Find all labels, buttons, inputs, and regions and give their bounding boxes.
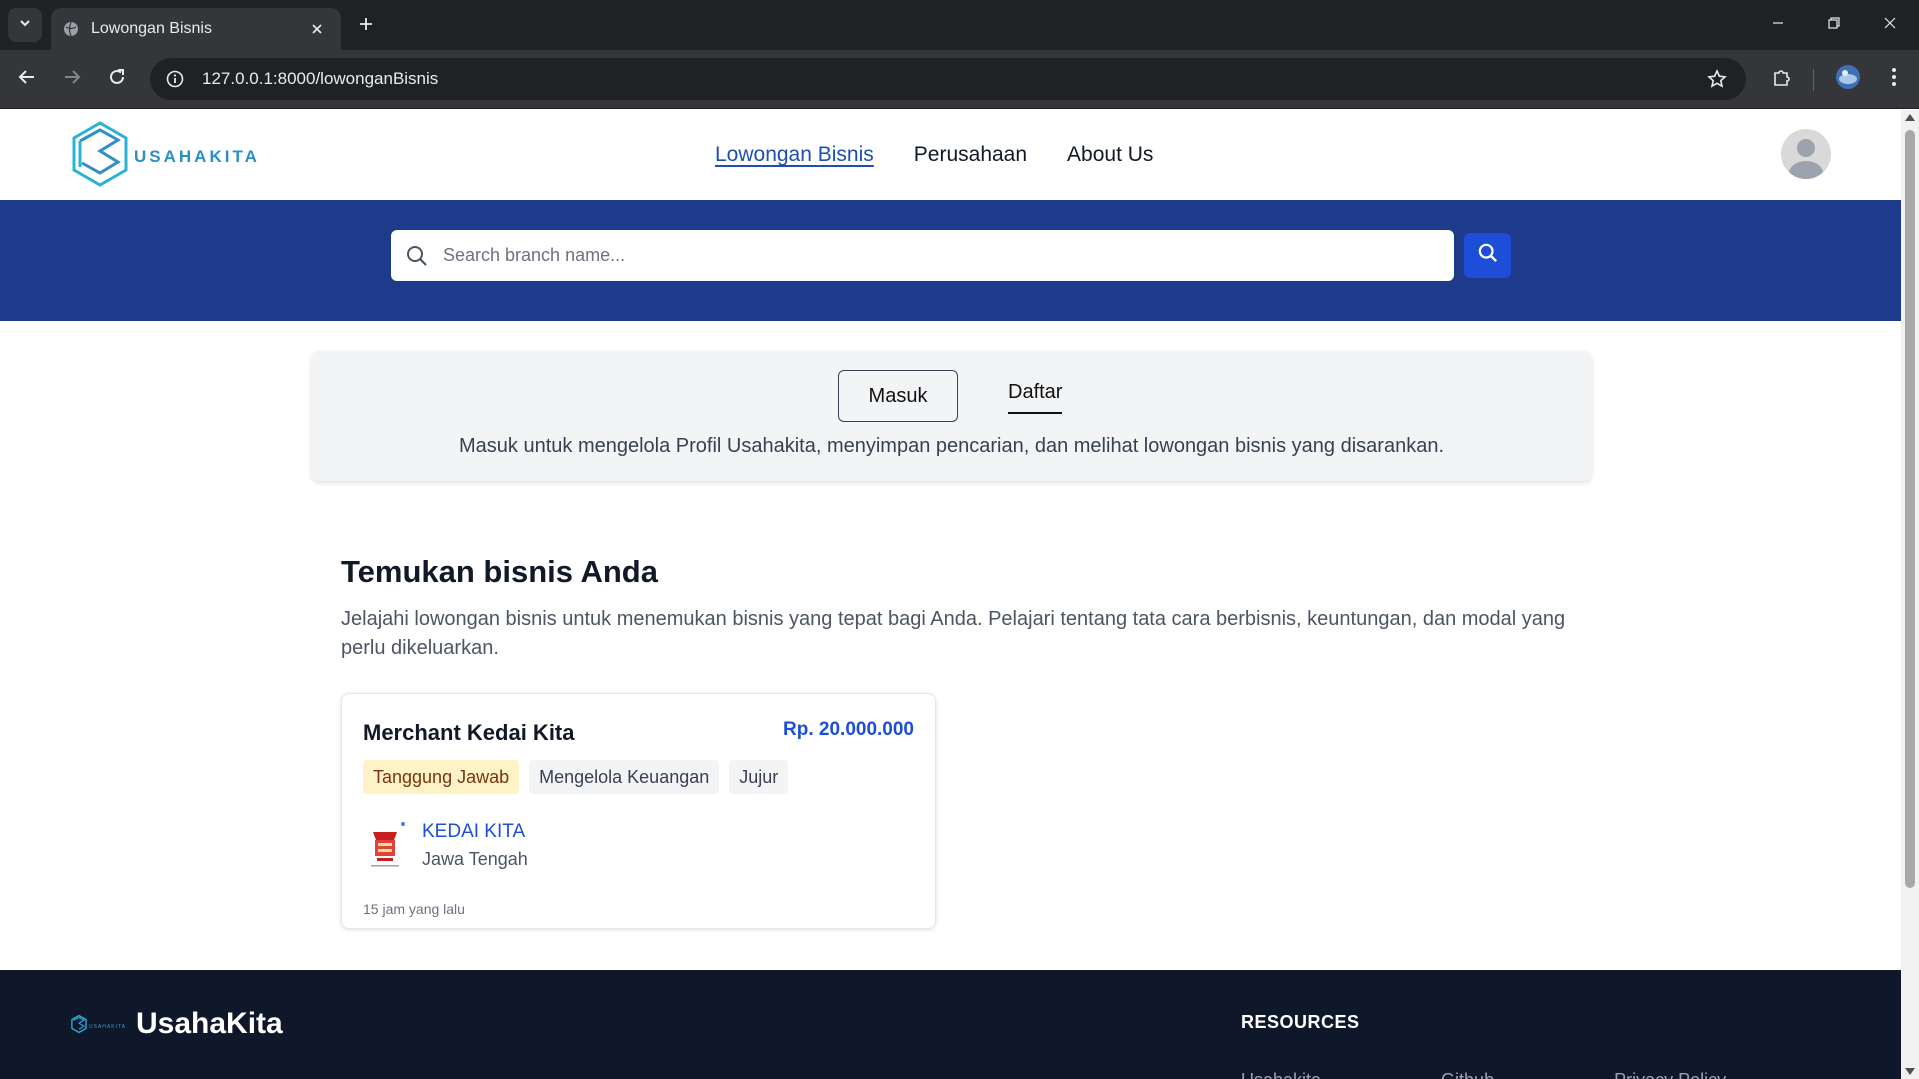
browser-tab-active[interactable]: Lowongan Bisnis — [51, 8, 341, 50]
restore-icon — [1827, 16, 1841, 35]
info-icon[interactable] — [154, 58, 196, 100]
site-logo[interactable]: USAHAKITA — [72, 121, 260, 192]
site-footer: USAHAKITA UsahaKita RESOURCES Usahakita … — [0, 970, 1901, 1079]
footer-link[interactable]: Privacy Policy — [1614, 1070, 1726, 1079]
listing-tag: Mengelola Keuangan — [529, 760, 720, 794]
user-avatar-button[interactable] — [1781, 129, 1831, 179]
company-logo-icon — [363, 820, 407, 872]
tab-title: Lowongan Bisnis — [91, 20, 212, 37]
posted-time: 15 jam yang lalu — [363, 901, 465, 917]
close-icon[interactable] — [305, 17, 329, 41]
reload-button[interactable] — [100, 62, 134, 96]
footer-resources-heading: RESOURCES — [1241, 1012, 1360, 1032]
scroll-down-arrow[interactable] — [1905, 1068, 1915, 1075]
page-title: Temukan bisnis Anda — [341, 554, 658, 589]
chevron-down-icon — [18, 16, 32, 35]
company-name[interactable]: KEDAI KITA — [422, 821, 525, 843]
restore-button[interactable] — [1806, 0, 1862, 50]
footer-brand: UsahaKita — [136, 1007, 283, 1040]
footer-logo: USAHAKITA — [71, 1014, 126, 1038]
footer-links: Usahakita Github Privacy Policy — [1241, 1070, 1726, 1079]
toolbar-divider — [1813, 69, 1814, 91]
browser-tab-strip: Lowongan Bisnis — [0, 0, 1919, 50]
scroll-up-arrow[interactable] — [1905, 114, 1915, 121]
listing-tag: Tanggung Jawab — [363, 760, 520, 794]
back-button[interactable] — [10, 62, 44, 96]
star-icon[interactable] — [1696, 58, 1738, 100]
listing-tags: Tanggung Jawab Mengelola Keuangan Jujur — [363, 760, 789, 794]
new-tab-button[interactable] — [352, 12, 380, 40]
auth-description: Masuk untuk mengelola Profil Usahakita, … — [459, 435, 1444, 457]
url-text[interactable]: 127.0.0.1:8000/lowonganBisnis — [202, 69, 1696, 89]
scrollbar-thumb[interactable] — [1905, 130, 1915, 888]
extensions-button[interactable] — [1765, 62, 1799, 96]
listing-price: Rp. 20.000.000 — [783, 719, 914, 740]
listing-title[interactable]: Merchant Kedai Kita — [363, 720, 575, 746]
minimize-icon — [1771, 16, 1785, 35]
forward-icon — [63, 68, 81, 91]
close-icon — [1883, 16, 1897, 35]
close-window-button[interactable] — [1862, 0, 1918, 50]
footer-logo-text: USAHAKITA — [89, 1023, 126, 1030]
search-button[interactable] — [1464, 233, 1511, 278]
footer-link[interactable]: Usahakita — [1241, 1070, 1321, 1079]
page-description: Jelajahi lowongan bisnis untuk menemukan… — [341, 608, 1566, 659]
footer-link[interactable]: Github — [1441, 1070, 1494, 1079]
search-box — [391, 230, 1454, 281]
company-location: Jawa Tengah — [422, 849, 528, 869]
usahakita-logo-icon — [71, 1014, 87, 1038]
kebab-menu-icon — [1891, 67, 1897, 92]
site-header: USAHAKITA Lowongan Bisnis Perusahaan Abo… — [0, 110, 1901, 200]
address-bar[interactable]: 127.0.0.1:8000/lowonganBisnis — [150, 58, 1746, 100]
plus-icon — [358, 16, 374, 37]
nav-lowongan-bisnis[interactable]: Lowongan Bisnis — [715, 143, 874, 167]
minimize-button[interactable] — [1750, 0, 1806, 50]
tab-search-button[interactable] — [8, 8, 42, 42]
reload-icon — [108, 68, 126, 91]
globe-icon — [63, 21, 79, 37]
nav-about-us[interactable]: About Us — [1067, 143, 1153, 167]
user-avatar-icon — [1781, 139, 1831, 179]
search-section — [0, 200, 1901, 321]
forward-button[interactable] — [55, 62, 89, 96]
nav-perusahaan[interactable]: Perusahaan — [914, 143, 1027, 167]
listing-tag: Jujur — [729, 760, 789, 794]
auth-card: Masuk Daftar Masuk untuk mengelola Profi… — [311, 351, 1592, 481]
page-viewport: USAHAKITA Lowongan Bisnis Perusahaan Abo… — [0, 110, 1901, 1079]
extensions-icon — [1772, 67, 1792, 92]
search-icon — [1478, 243, 1498, 268]
profile-button[interactable] — [1831, 62, 1865, 96]
register-link[interactable]: Daftar — [1008, 381, 1063, 414]
browser-toolbar: 127.0.0.1:8000/lowonganBisnis — [0, 50, 1919, 109]
search-input[interactable] — [443, 245, 1454, 266]
usahakita-logo-icon — [72, 121, 128, 192]
login-button[interactable]: Masuk — [838, 370, 958, 422]
back-icon — [18, 68, 36, 91]
listing-card[interactable]: Merchant Kedai Kita Rp. 20.000.000 Tangg… — [341, 693, 936, 929]
browser-menu-button[interactable] — [1877, 62, 1911, 96]
logo-text: USAHAKITA — [134, 146, 260, 166]
main-nav: Lowongan Bisnis Perusahaan About Us — [715, 143, 1153, 167]
profile-icon — [1835, 64, 1861, 95]
search-icon — [391, 230, 443, 281]
page-scrollbar[interactable] — [1901, 110, 1919, 1079]
